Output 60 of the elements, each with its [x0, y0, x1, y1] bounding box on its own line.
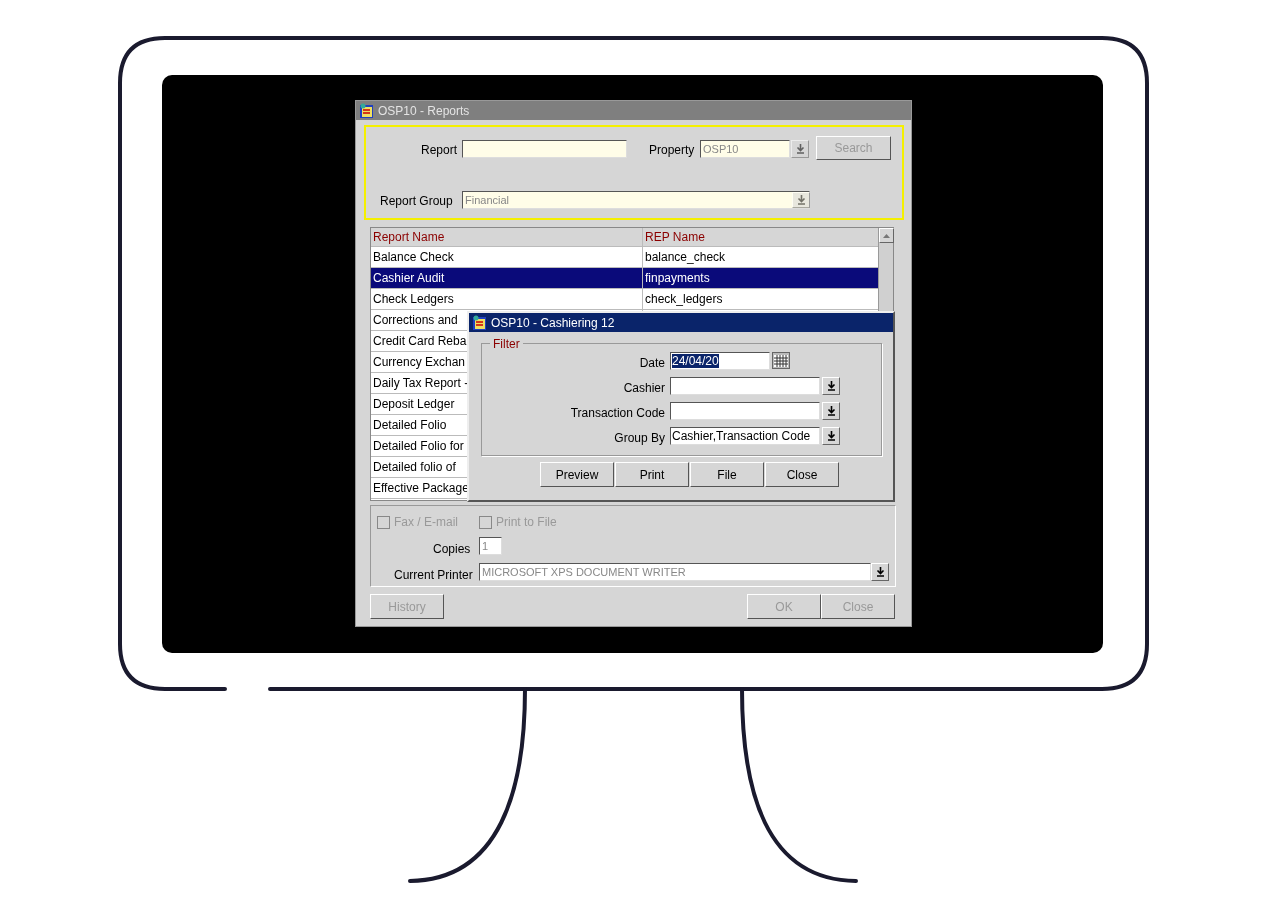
input-field[interactable]: Cashier,Transaction Code	[670, 427, 820, 445]
column-header[interactable]: REP Name	[643, 228, 878, 246]
table-cell: Corrections and	[373, 313, 458, 327]
printer-field[interactable]: MICROSOFT XPS DOCUMENT WRITER	[479, 563, 871, 581]
table-row[interactable]: Check Ledgers check_ledgers	[371, 289, 878, 310]
down-arrow-icon	[826, 381, 836, 391]
checkbox-label: Fax / E-mail	[394, 514, 458, 531]
report-group-field[interactable]: Financial	[462, 191, 810, 209]
table-cell: Effective Package	[373, 481, 469, 495]
up-arrow-icon	[883, 233, 890, 238]
table-cell: Detailed Folio	[373, 418, 447, 432]
dialog-title: OSP10 - Cashiering 12	[491, 314, 615, 332]
dialog-button[interactable]: File	[690, 462, 764, 487]
dialog-button[interactable]: Preview	[540, 462, 614, 487]
group-label: Filter	[490, 337, 523, 351]
window-title: OSP10 - Reports	[378, 102, 470, 120]
down-arrow-icon	[826, 431, 836, 441]
field-label: Report Group	[380, 193, 453, 210]
table-cell: Deposit Ledger	[373, 397, 455, 411]
table-cell: check_ledgers	[645, 292, 723, 306]
field-label: Current Printer	[394, 567, 473, 584]
table-cell: balance_check	[645, 250, 726, 264]
app-icon	[359, 102, 375, 119]
table-cell: finpayments	[645, 271, 710, 285]
down-arrow-icon	[875, 567, 885, 577]
table-cell: Balance Check	[373, 250, 454, 264]
table-cell: Detailed folio of	[373, 460, 456, 474]
table-cell: Cashier Audit	[373, 271, 445, 285]
copies-field[interactable]: 1	[479, 537, 502, 555]
field-label: Copies	[433, 541, 471, 558]
table-cell: Detailed Folio for	[373, 439, 464, 453]
checkbox-label: Print to File	[496, 514, 557, 531]
calendar-icon[interactable]	[772, 352, 790, 369]
table-cell: Currency Exchan	[373, 355, 466, 369]
dropdown-button[interactable]	[871, 563, 889, 581]
table-cell: Credit Card Reba	[373, 334, 467, 348]
input-field[interactable]	[670, 402, 820, 420]
field-label: Group By	[613, 430, 665, 447]
table-cell: Check Ledgers	[373, 292, 454, 306]
field-label: Date	[638, 355, 665, 372]
field-label: Property	[649, 142, 695, 159]
dialog-button[interactable]: Close	[765, 462, 839, 487]
app-icon	[472, 314, 488, 331]
down-arrow-icon	[826, 406, 836, 416]
table-row[interactable]: Cashier Audit finpayments	[371, 268, 878, 289]
down-arrow-icon	[795, 144, 805, 154]
property-field[interactable]: OSP10	[700, 140, 790, 158]
input-field[interactable]	[670, 377, 820, 395]
column-header[interactable]: Report Name	[371, 228, 643, 246]
dropdown-button[interactable]	[822, 402, 840, 420]
report-field[interactable]	[462, 140, 627, 158]
table-cell: Daily Tax Report -	[373, 376, 469, 390]
dropdown-button[interactable]	[822, 377, 840, 395]
dropdown-button[interactable]	[822, 427, 840, 445]
down-arrow-icon	[796, 195, 806, 205]
field-label: Transaction Code	[569, 405, 665, 422]
field-label: Cashier	[622, 380, 665, 397]
dialog-button[interactable]: Print	[615, 462, 689, 487]
field-label: Report	[419, 142, 457, 159]
input-field[interactable]: 24/04/20	[670, 352, 770, 370]
